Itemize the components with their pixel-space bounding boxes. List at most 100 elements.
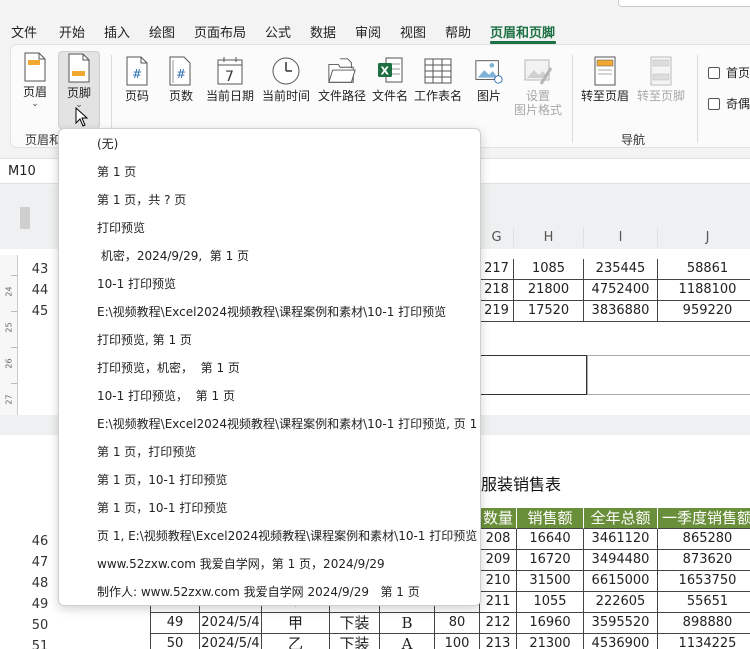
row-header-49[interactable]: 49: [20, 597, 60, 612]
cell-h48[interactable]: 31500: [517, 571, 584, 592]
format-picture-button[interactable]: 设置 图片格式: [511, 55, 565, 117]
col-header-h[interactable]: H: [514, 227, 584, 247]
footer-option[interactable]: 页 1, E:\视频教程\Excel2024视频教程\课程案例和素材\10-1 …: [97, 529, 477, 543]
row-header-51[interactable]: 51: [20, 639, 60, 649]
cell-d50[interactable]: 下装: [330, 613, 380, 634]
cell-g43[interactable]: 217: [480, 259, 514, 280]
tab-header-footer[interactable]: 页眉和页脚: [490, 22, 555, 41]
col-header-j[interactable]: J: [658, 227, 750, 247]
footer-option[interactable]: 打印预览，机密， 第 1 页: [97, 361, 240, 375]
tab-review[interactable]: 审阅: [355, 22, 381, 41]
table-header-q1[interactable]: 一季度销售额: [658, 508, 750, 529]
tab-help[interactable]: 帮助: [445, 22, 471, 41]
footer-option[interactable]: E:\视频教程\Excel2024视频教程\课程案例和素材\10-1 打印预览,…: [97, 417, 477, 431]
tab-file[interactable]: 文件: [11, 22, 37, 41]
cell-i51[interactable]: 4536900: [584, 634, 658, 649]
footer-option[interactable]: 第 1 页: [97, 165, 136, 179]
row-header-47[interactable]: 47: [20, 555, 60, 570]
col-header-g[interactable]: G: [480, 227, 514, 247]
current-date-button[interactable]: 7 当前日期: [205, 55, 255, 103]
cell-h47[interactable]: 16720: [517, 550, 584, 571]
cell-h49[interactable]: 1055: [517, 592, 584, 613]
cell-i43[interactable]: 235445: [584, 259, 658, 280]
cell-g44[interactable]: 218: [480, 280, 514, 301]
footer-option[interactable]: 制作人: www.52zxw.com 我爱自学网 2024/9/29 第 1 页: [97, 585, 420, 599]
cell-b50[interactable]: 2024/5/4: [200, 613, 262, 634]
cell-i48[interactable]: 6615000: [584, 571, 658, 592]
cell-g50[interactable]: 212: [480, 613, 517, 634]
cell-j43[interactable]: 58861: [658, 259, 750, 280]
cell-g51[interactable]: 213: [480, 634, 517, 649]
cell-c50[interactable]: 甲: [262, 613, 330, 634]
cell-g48[interactable]: 210: [480, 571, 517, 592]
cell-h46[interactable]: 16640: [517, 529, 584, 550]
tab-insert[interactable]: 插入: [104, 22, 130, 41]
page-count-button[interactable]: # 页数: [163, 55, 199, 103]
row-header-50[interactable]: 50: [20, 618, 60, 633]
cell-f51[interactable]: 100: [435, 634, 480, 649]
tab-home[interactable]: 开始: [59, 22, 85, 41]
row-header-46[interactable]: 46: [20, 534, 60, 549]
cell-j45[interactable]: 959220: [658, 301, 750, 322]
cell-a50[interactable]: 49: [150, 613, 200, 634]
odd-even-checkbox[interactable]: [708, 97, 720, 110]
first-page-checkbox[interactable]: [708, 66, 720, 79]
footer-option[interactable]: E:\视频教程\Excel2024视频教程\课程案例和素材\10-1 打印预览: [97, 305, 446, 319]
cell-i46[interactable]: 3461120: [584, 529, 658, 550]
current-time-button[interactable]: 当前时间: [261, 55, 311, 103]
table-header-qty[interactable]: 数量: [480, 508, 517, 529]
tab-formulas[interactable]: 公式: [265, 22, 291, 41]
row-header-44[interactable]: 44: [20, 283, 60, 298]
footer-option[interactable]: 第 1 页，共 ? 页: [97, 193, 186, 207]
top-search-box[interactable]: [618, 0, 750, 7]
tab-data[interactable]: 数据: [310, 22, 336, 41]
file-name-button[interactable]: X 文件名: [371, 55, 409, 103]
cell-c51[interactable]: 乙: [262, 634, 330, 649]
footer-section-right[interactable]: [587, 355, 750, 395]
footer-option[interactable]: 打印预览: [97, 221, 145, 235]
cell-j44[interactable]: 1188100: [658, 280, 750, 301]
goto-header-button[interactable]: 转至页眉: [579, 55, 631, 103]
cell-e51[interactable]: A: [380, 634, 435, 649]
footer-option[interactable]: 第 1 页，10-1 打印预览: [97, 501, 227, 515]
cell-j46[interactable]: 865280: [658, 529, 750, 550]
row-header-48[interactable]: 48: [20, 576, 60, 591]
first-page-option[interactable]: 首页: [708, 64, 750, 81]
cell-j51[interactable]: 1134225: [658, 634, 750, 649]
footer-option[interactable]: 10-1 打印预览: [97, 277, 176, 291]
tab-view[interactable]: 视图: [400, 22, 426, 41]
cell-j47[interactable]: 873620: [658, 550, 750, 571]
cell-b51[interactable]: 2024/5/4: [200, 634, 262, 649]
header-button[interactable]: 页眉 ⌄: [17, 51, 53, 129]
page-number-button[interactable]: # 页码: [119, 55, 155, 103]
cell-h45[interactable]: 17520: [514, 301, 584, 322]
cell-h50[interactable]: 16960: [517, 613, 584, 634]
goto-footer-button[interactable]: 转至页脚: [635, 55, 687, 103]
col-header-i[interactable]: I: [584, 227, 658, 247]
cell-j50[interactable]: 898880: [658, 613, 750, 634]
cell-h43[interactable]: 1085: [514, 259, 584, 280]
cell-i49[interactable]: 222605: [584, 592, 658, 613]
table-header-annual[interactable]: 全年总额: [584, 508, 658, 529]
cell-h51[interactable]: 21300: [517, 634, 584, 649]
cell-j48[interactable]: 1653750: [658, 571, 750, 592]
tab-draw[interactable]: 绘图: [149, 22, 175, 41]
table-header-sales[interactable]: 销售额: [517, 508, 584, 529]
footer-option[interactable]: 打印预览, 第 1 页: [97, 333, 192, 347]
cell-h44[interactable]: 21800: [514, 280, 584, 301]
cell-e50[interactable]: B: [380, 613, 435, 634]
tab-page-layout[interactable]: 页面布局: [194, 22, 246, 41]
cell-d51[interactable]: 下装: [330, 634, 380, 649]
cell-g45[interactable]: 219: [480, 301, 514, 322]
footer-option[interactable]: www.52zxw.com 我爱自学网，第 1 页，2024/9/29: [97, 557, 385, 571]
row-header-43[interactable]: 43: [20, 262, 60, 277]
footer-option[interactable]: 10-1 打印预览， 第 1 页: [97, 389, 235, 403]
file-path-button[interactable]: 文件路径: [317, 55, 367, 103]
cell-j49[interactable]: 55651: [658, 592, 750, 613]
footer-option[interactable]: 机密，2024/9/29, 第 1 页: [97, 249, 249, 263]
cell-i47[interactable]: 3494480: [584, 550, 658, 571]
row-header-45[interactable]: 45: [20, 304, 60, 319]
cell-i45[interactable]: 3836880: [584, 301, 658, 322]
cell-g46[interactable]: 208: [480, 529, 517, 550]
footer-option-none[interactable]: (无): [97, 137, 118, 151]
